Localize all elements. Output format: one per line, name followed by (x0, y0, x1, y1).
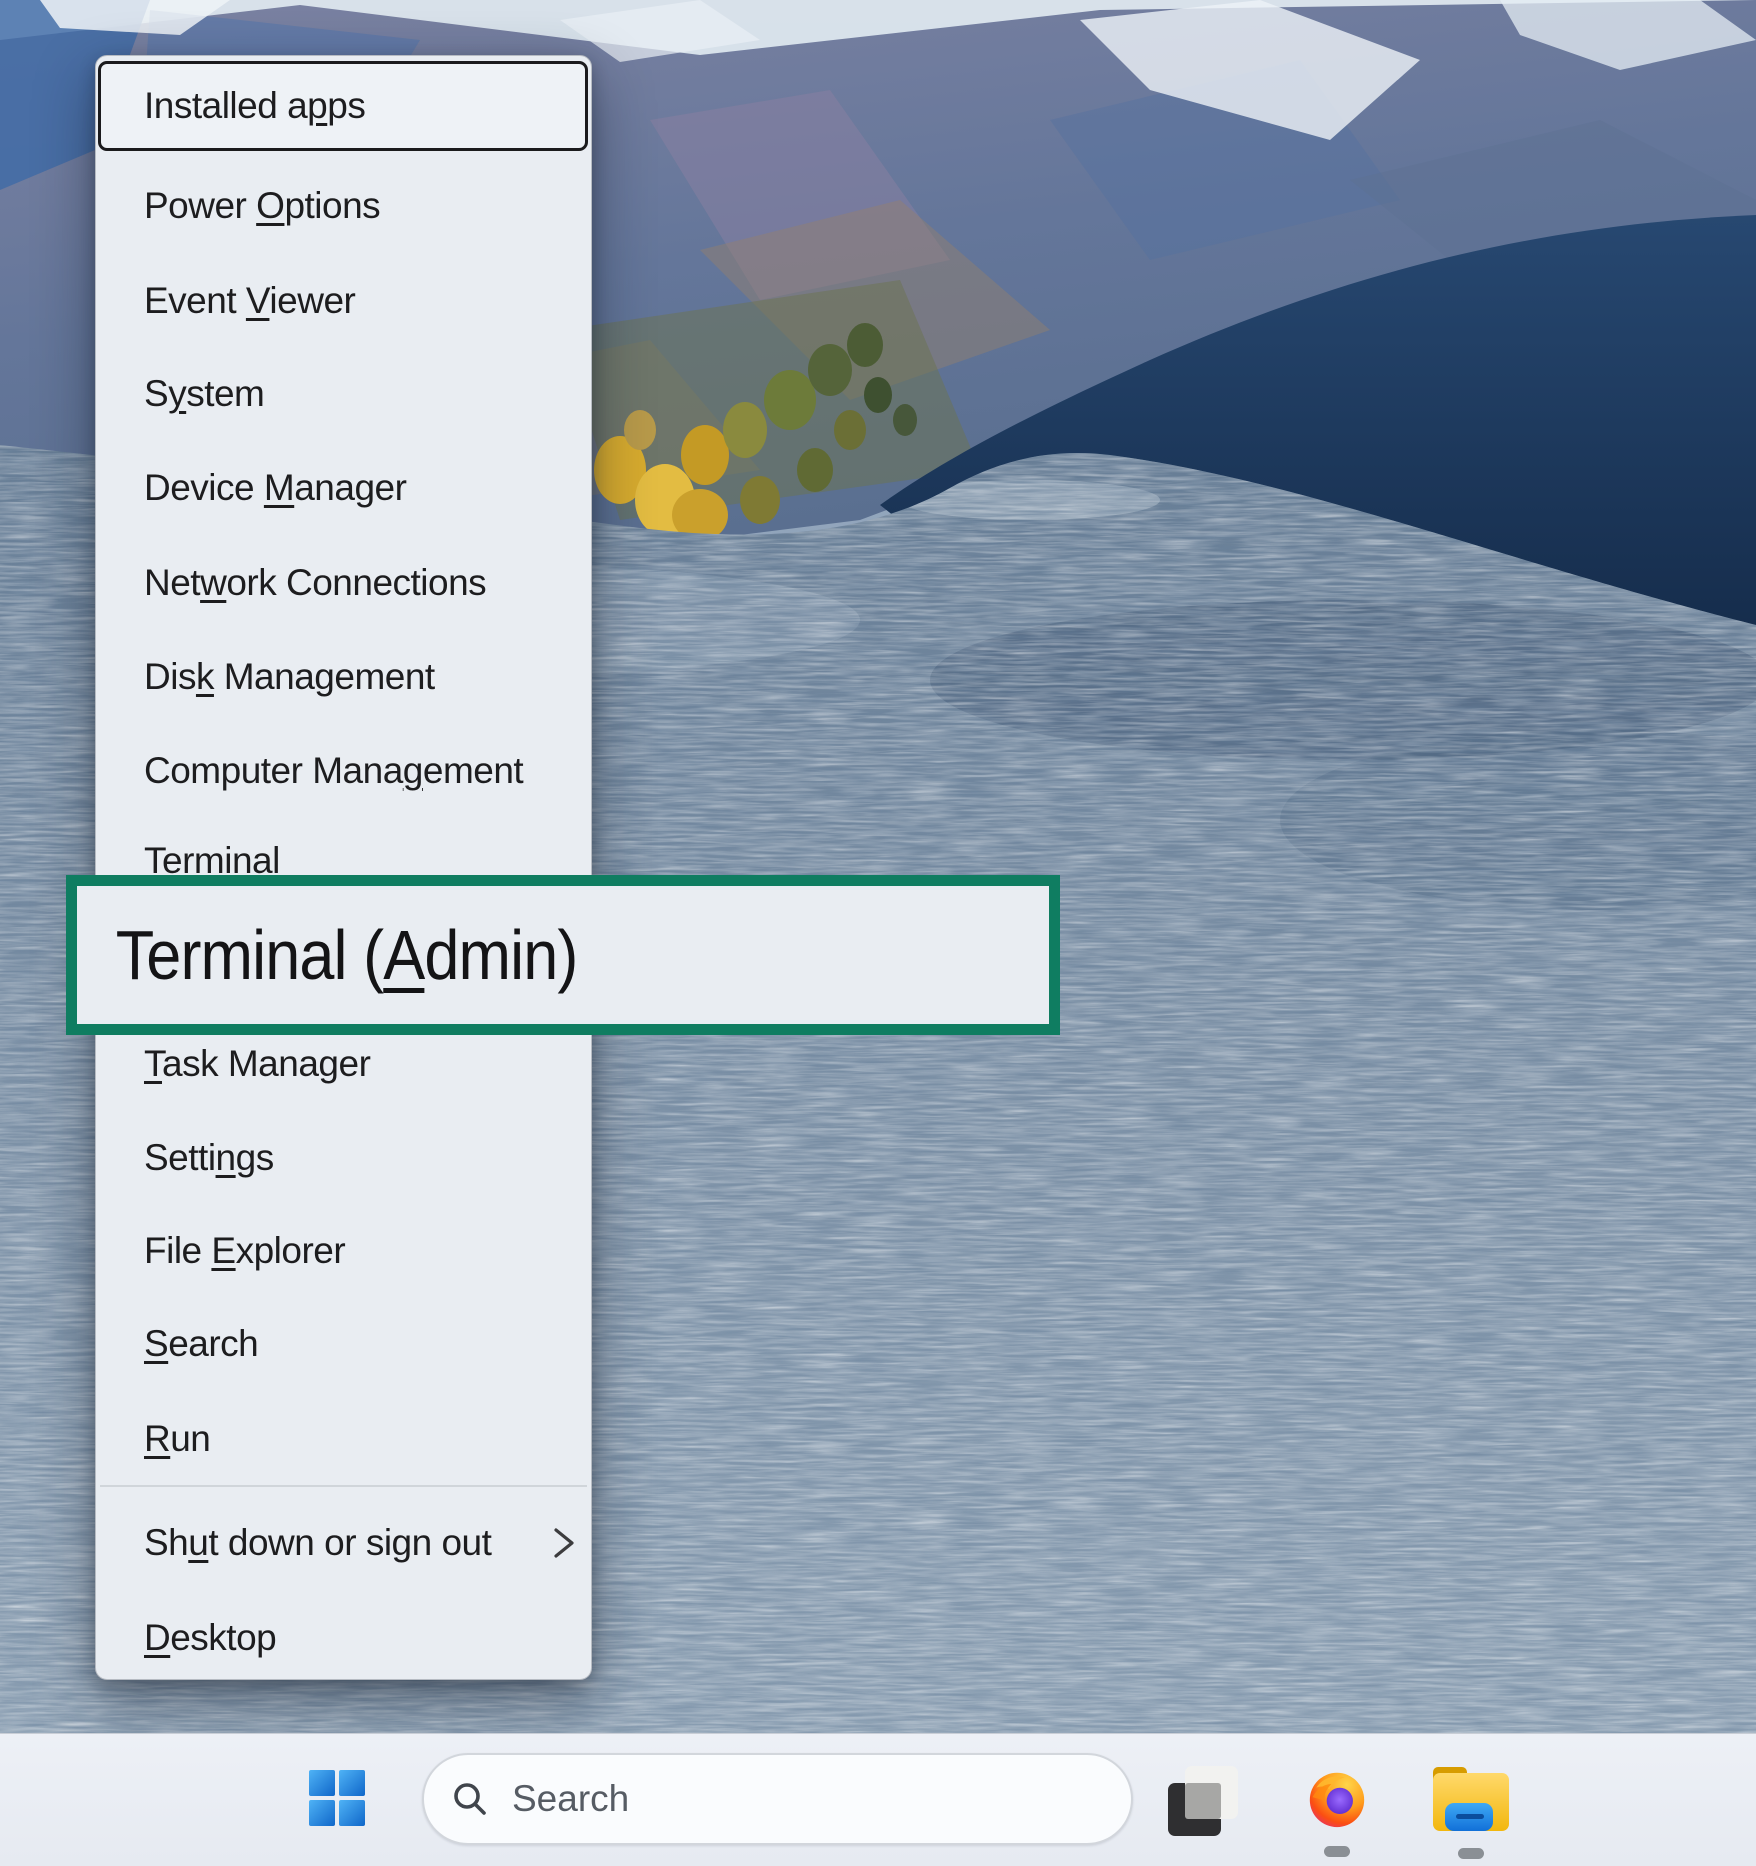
taskbar-search-box[interactable]: Search (422, 1753, 1133, 1845)
menu-item-label: System (144, 373, 264, 415)
menu-item-run[interactable]: Run (96, 1392, 591, 1486)
windows-logo-icon (308, 1769, 366, 1827)
file-explorer-taskbar-button[interactable] (1432, 1765, 1510, 1833)
menu-separator (100, 1485, 587, 1487)
menu-item-label: Disk Management (144, 656, 435, 698)
folder-icon (1432, 1765, 1510, 1833)
menu-item-disk-management[interactable]: Disk Management (96, 630, 591, 724)
search-placeholder-text: Search (512, 1778, 629, 1820)
menu-item-power-options[interactable]: Power Options (96, 159, 591, 253)
menu-item-event-viewer[interactable]: Event Viewer (96, 254, 591, 348)
file-explorer-running-indicator (1458, 1848, 1484, 1859)
firefox-icon (1307, 1769, 1367, 1829)
start-button[interactable] (308, 1769, 366, 1827)
menu-item-label: Task Manager (144, 1043, 370, 1085)
menu-item-file-explorer[interactable]: File Explorer (96, 1204, 591, 1298)
search-magnifier-icon (450, 1779, 490, 1819)
desktop-screen: Installed apps Power Options Event Viewe… (0, 0, 1756, 1866)
menu-item-system[interactable]: System (96, 347, 591, 441)
winx-quick-link-menu: Installed apps Power Options Event Viewe… (95, 55, 592, 1680)
menu-item-label: Network Connections (144, 562, 486, 604)
menu-item-network-connections[interactable]: Network Connections (96, 536, 591, 630)
menu-item-installed-apps[interactable]: Installed apps (98, 61, 588, 151)
menu-item-label: Computer Management (144, 750, 523, 792)
firefox-running-indicator (1324, 1846, 1350, 1857)
task-view-icon (1168, 1766, 1238, 1836)
menu-item-desktop[interactable]: Desktop (96, 1591, 591, 1685)
menu-item-label: Installed apps (144, 85, 365, 127)
task-view-button[interactable] (1168, 1766, 1238, 1836)
menu-item-label: Search (144, 1323, 258, 1365)
chevron-right-icon (551, 1525, 577, 1561)
menu-item-label: Shut down or sign out (144, 1522, 491, 1564)
menu-item-label: Event Viewer (144, 280, 355, 322)
menu-item-label: Run (144, 1418, 210, 1460)
menu-item-label: Power Options (144, 185, 380, 227)
menu-item-settings[interactable]: Settings (96, 1111, 591, 1205)
menu-item-search[interactable]: Search (96, 1297, 591, 1391)
menu-item-label: Desktop (144, 1617, 276, 1659)
menu-item-terminal-admin[interactable]: Terminal (Admin) (77, 915, 577, 995)
menu-item-shut-down-or-sign-out[interactable]: Shut down or sign out (96, 1496, 591, 1590)
taskbar: Search (0, 1733, 1756, 1866)
menu-item-device-manager[interactable]: Device Manager (96, 441, 591, 535)
annotation-highlight-box: Terminal (Admin) (66, 875, 1060, 1035)
menu-item-label: File Explorer (144, 1230, 345, 1272)
menu-item-label: Settings (144, 1137, 274, 1179)
menu-item-label: Terminal (Admin) (116, 916, 578, 994)
firefox-taskbar-button[interactable] (1307, 1769, 1367, 1829)
menu-item-computer-management[interactable]: Computer Management (96, 724, 591, 818)
menu-item-label: Device Manager (144, 467, 406, 509)
